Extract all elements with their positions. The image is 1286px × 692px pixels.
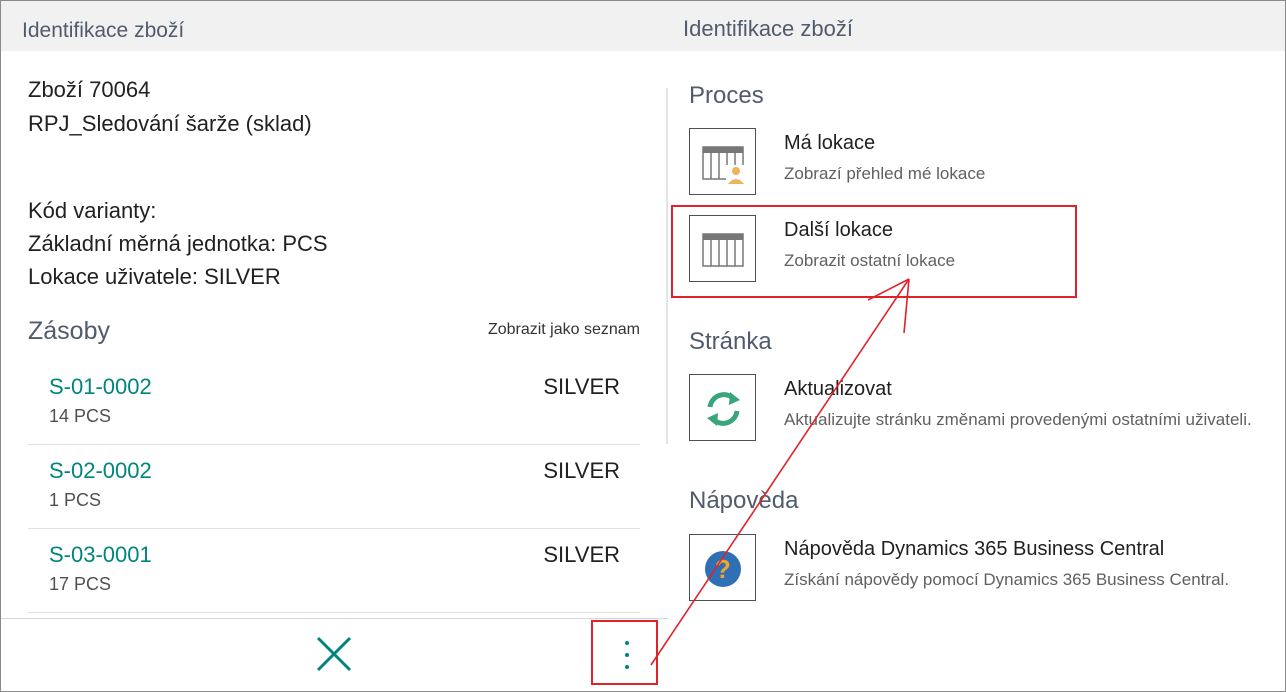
refresh-icon <box>689 374 756 441</box>
bin-location: SILVER <box>543 458 620 483</box>
bin-location: SILVER <box>543 542 620 567</box>
action-title: Má lokace <box>784 132 876 154</box>
group-title-process: Proces <box>689 82 764 109</box>
action-help[interactable]: ? Nápověda Dynamics 365 Business Central… <box>689 534 1279 604</box>
action-refresh[interactable]: Aktualizovat Aktualizujte stránku změnam… <box>689 374 1279 444</box>
inventory-row[interactable]: S-02-0002 1 PCS SILVER <box>28 445 640 529</box>
action-title: Aktualizovat <box>784 378 892 400</box>
bin-code-link[interactable]: S-03-0001 <box>49 542 152 568</box>
variant-code-field: Kód varianty: <box>28 198 157 223</box>
bottom-action-bar <box>1 618 668 691</box>
panel-header: Identifikace zboží <box>1 1 668 51</box>
action-my-location[interactable]: Má lokace Zobrazí přehled mé lokace <box>689 128 1279 198</box>
action-description: Aktualizujte stránku změnami provedenými… <box>784 410 1252 429</box>
bin-quantity: 1 PCS <box>49 490 102 510</box>
bin-location: SILVER <box>543 374 620 399</box>
base-unit-of-measure-field: Základní měrná jednotka: PCS <box>28 231 328 256</box>
bin-quantity: 14 PCS <box>49 406 112 426</box>
group-title-page: Stránka <box>689 328 772 355</box>
show-as-list-link[interactable]: Zobrazit jako seznam <box>488 321 640 339</box>
action-description: Zobrazí přehled mé lokace <box>784 164 986 183</box>
menu-header: Identifikace zboží <box>668 1 1285 51</box>
bin-code-link[interactable]: S-02-0002 <box>49 458 152 484</box>
table-user-icon <box>689 128 756 195</box>
group-title-help: Nápověda <box>689 487 799 514</box>
help-icon: ? <box>689 534 756 601</box>
item-description: RPJ_Sledování šarže (sklad) <box>28 111 312 136</box>
inventory-row[interactable]: S-01-0002 14 PCS SILVER <box>28 361 640 445</box>
user-location-field: Lokace uživatele: SILVER <box>28 264 281 289</box>
highlight-box-other-locations <box>671 205 1077 298</box>
highlight-box-more-button <box>591 620 658 685</box>
action-description: Získání nápovědy pomocí Dynamics 365 Bus… <box>784 570 1230 589</box>
svg-text:?: ? <box>715 554 731 584</box>
item-identification-panel: Identifikace zboží Zboží 70064 RPJ_Sledo… <box>1 1 668 691</box>
action-title: Nápověda Dynamics 365 Business Central <box>784 538 1165 560</box>
page-title: Identifikace zboží <box>22 19 185 42</box>
actions-menu-panel: Identifikace zboží Proces Má lokace Zobr… <box>668 1 1285 691</box>
item-number: Zboží 70064 <box>28 77 151 102</box>
inventory-section-title: Zásoby <box>28 317 110 345</box>
menu-title: Identifikace zboží <box>683 16 853 41</box>
inventory-row[interactable]: S-03-0001 17 PCS SILVER <box>28 529 640 613</box>
bin-code-link[interactable]: S-01-0002 <box>49 374 152 400</box>
close-button[interactable] <box>314 634 354 674</box>
close-icon <box>316 636 352 672</box>
bin-quantity: 17 PCS <box>49 574 112 594</box>
